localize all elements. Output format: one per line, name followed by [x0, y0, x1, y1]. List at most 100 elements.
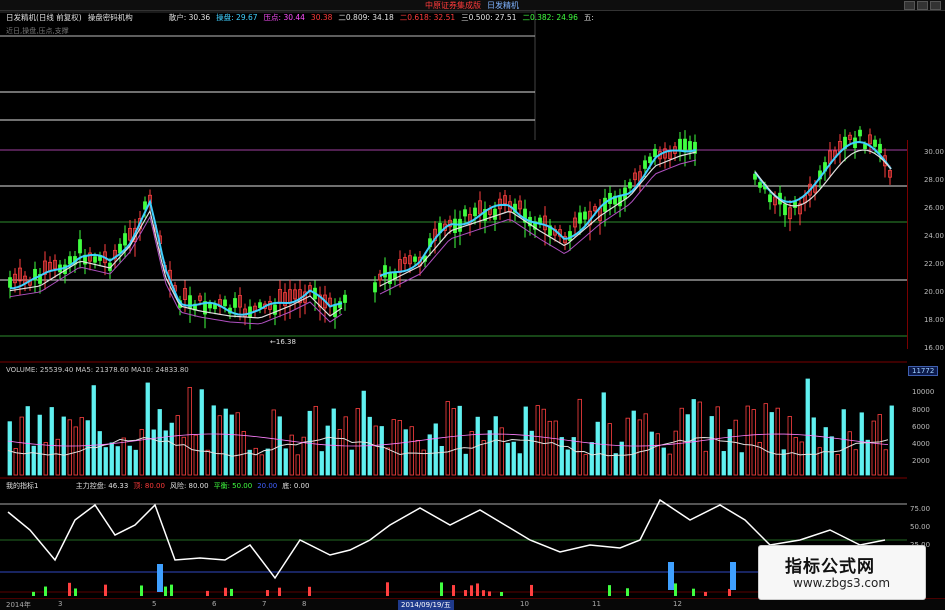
volume-tick: 8000 [912, 406, 930, 414]
candle-body [538, 217, 542, 224]
date-label: 10 [520, 600, 529, 608]
volume-bar [679, 407, 684, 476]
volume-bar [439, 445, 444, 476]
volume-bar [859, 412, 864, 476]
ma-line-purple [379, 159, 697, 295]
volume-bar [499, 427, 504, 476]
candle-body [493, 208, 497, 220]
watermark-title: 指标公式网 [785, 557, 875, 577]
signal-bar [206, 590, 209, 596]
candle-body [863, 143, 867, 150]
volume-bar [655, 433, 660, 476]
candle-body [68, 256, 72, 265]
candle-body [78, 239, 82, 254]
volume-bar [691, 399, 696, 476]
volume-bar [151, 429, 156, 476]
signal-bar [482, 590, 485, 596]
volume-bar [49, 407, 54, 476]
signal-bar [692, 588, 695, 596]
volume-bar [211, 405, 216, 476]
volume-bar [565, 449, 570, 476]
volume-bar [523, 406, 528, 476]
volume-bar [253, 447, 258, 476]
candle-body [8, 277, 12, 288]
volume-bar [805, 378, 810, 476]
candle-body [683, 138, 687, 153]
indicator-items: 主力控盘: 46.33 顶: 80.00 风险: 80.00 平衡: 50.00 20.… [76, 482, 315, 490]
volume-bar [667, 453, 672, 476]
signal-bar [452, 585, 455, 596]
volume-bar [31, 445, 36, 476]
volume-bar [139, 429, 144, 476]
volume-bar [739, 452, 744, 476]
signal-bar [386, 582, 389, 596]
volume-tick: 10000 [912, 388, 935, 396]
volume-bar [793, 437, 798, 476]
volume-bar [595, 421, 600, 476]
volume-bar [463, 453, 468, 476]
signal-bar [104, 584, 107, 596]
volume-bar [103, 447, 108, 476]
volume-bar [541, 408, 546, 476]
volume-bar [553, 420, 558, 476]
volume-bar [55, 438, 60, 476]
volume-bar [331, 408, 336, 476]
price-tick: 30.00 [923, 148, 944, 156]
volume-bar [265, 448, 270, 476]
candle-body [758, 182, 762, 188]
volume-bar [889, 405, 894, 476]
volume-bar [361, 390, 366, 476]
volume-tick: 2000 [912, 457, 930, 465]
volume-bar [295, 454, 300, 476]
signal-block [668, 562, 674, 590]
candle-body [653, 148, 657, 158]
candle-body [628, 182, 632, 189]
volume-bar [853, 449, 858, 476]
volume-bar [571, 437, 576, 476]
volume-bar [157, 409, 162, 476]
volume-bar [145, 382, 150, 476]
price-axis: 30.00 28.00 26.00 24.00 22.00 20.00 18.00 16.00 [907, 140, 945, 352]
volume-tick: 4000 [912, 440, 930, 448]
candle-body [373, 282, 377, 293]
volume-bar [229, 414, 234, 476]
volume-bar [799, 441, 804, 476]
volume-bar [457, 405, 462, 476]
signal-bar [530, 584, 533, 596]
indicator-tick: 50.00 [910, 523, 931, 531]
indicator-name[interactable]: 我的指标1 [6, 482, 38, 490]
signal-bar [170, 584, 173, 596]
date-label: 3 [58, 600, 63, 608]
signal-bar [32, 591, 35, 596]
volume-bar [97, 431, 102, 476]
volume-bar [187, 387, 192, 476]
candle-body [648, 156, 652, 164]
volume-bar [397, 420, 402, 476]
signal-bar [140, 585, 143, 596]
volume-bar [199, 389, 204, 476]
volume-bar [631, 410, 636, 476]
volume-bar [271, 409, 276, 476]
volume-bar [283, 448, 288, 476]
volume-bar [481, 440, 486, 476]
volume-bar [829, 436, 834, 476]
volume-bar [877, 414, 882, 476]
indicator-item-5: 底: 0.00 [282, 482, 310, 490]
indicator-legend: 我的指标1 主力控盘: 46.33 顶: 80.00 风险: 80.00 平衡: 50… [6, 481, 319, 491]
volume-bar [349, 449, 354, 476]
signal-bar [608, 585, 611, 596]
volume-bar [433, 423, 438, 476]
signal-bar [476, 583, 479, 596]
indicator-item-2: 风险: 80.00 [169, 482, 209, 490]
date-label: 7 [262, 600, 267, 608]
volume-bar [637, 419, 642, 476]
candle-body [783, 203, 787, 216]
candle-body [383, 265, 387, 278]
candle-body [118, 243, 122, 254]
candle-body [618, 195, 622, 207]
volume-bar [109, 442, 114, 476]
chart-canvas[interactable] [0, 0, 945, 609]
volume-bar [493, 416, 498, 476]
volume-bar [235, 412, 240, 476]
volume-bar [745, 405, 750, 476]
